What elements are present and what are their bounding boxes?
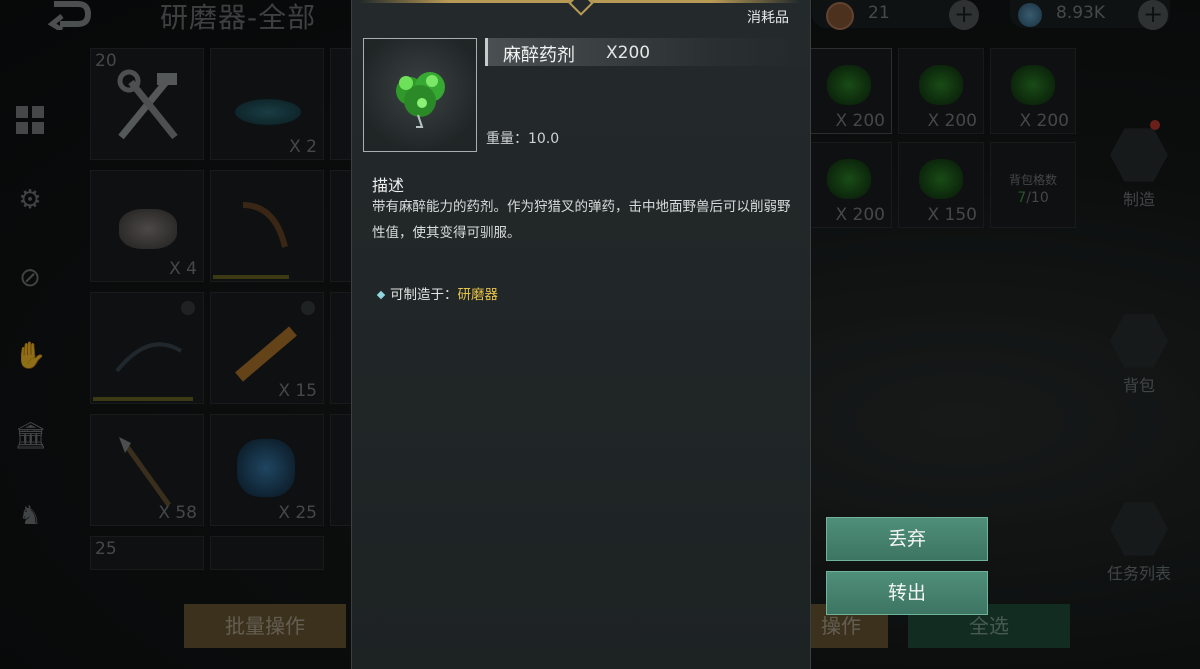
- transfer-button[interactable]: 转出: [826, 571, 988, 615]
- craftable-at: 可制造于：研磨器: [376, 283, 499, 303]
- item-weight: 重量：10.0: [486, 128, 559, 148]
- description-text: 带有麻醉能力的药剂。作为狩猎叉的弹药，击中地面野兽后可以削弱野性值，使其变得可驯…: [372, 199, 791, 241]
- craft-station-link[interactable]: 研磨器: [458, 287, 499, 303]
- weight-value: 10.0: [528, 131, 560, 147]
- item-name: 麻醉药剂: [503, 45, 575, 66]
- tranquilizer-potion-icon: [396, 72, 445, 128]
- diamond-bullet-icon: [376, 290, 386, 300]
- discard-button[interactable]: 丢弃: [826, 517, 988, 561]
- craft-label: 可制造于：: [390, 287, 458, 303]
- item-icon-frame: [363, 38, 477, 152]
- description-title: 描述: [372, 176, 405, 195]
- weight-label: 重量：: [486, 131, 528, 147]
- item-category: 消耗品: [747, 10, 789, 26]
- item-count: X200: [606, 43, 651, 63]
